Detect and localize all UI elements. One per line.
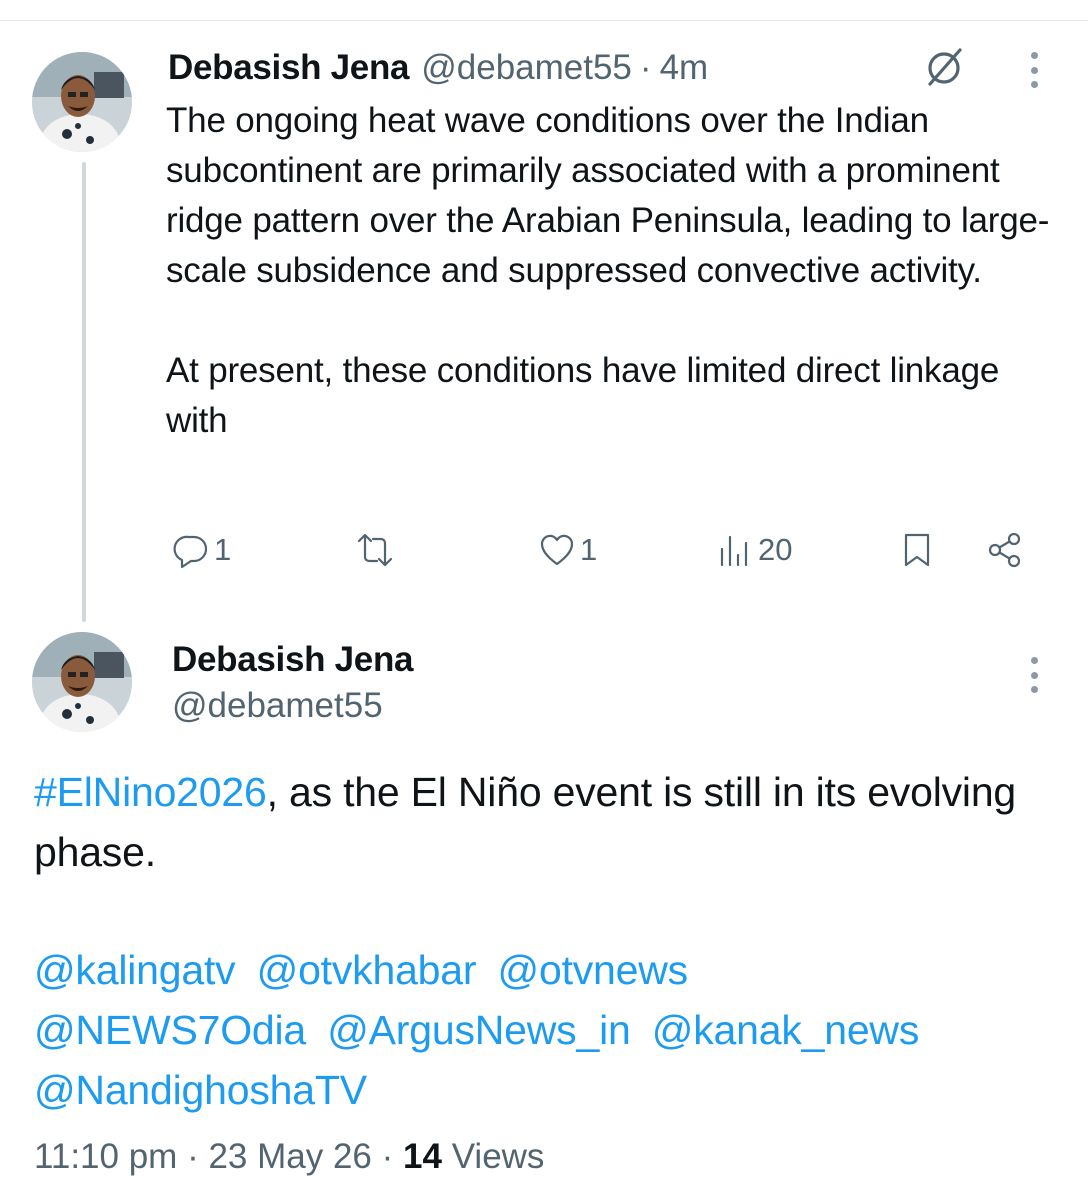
share-button[interactable]: [986, 522, 1024, 578]
views-label: Views: [451, 1137, 545, 1176]
mention-link[interactable]: @ArgusNews_in: [327, 1007, 631, 1053]
reply-icon: [173, 535, 208, 569]
bookmark-button[interactable]: [898, 522, 936, 578]
author-name[interactable]: Debasish Jena: [168, 48, 410, 88]
more-icon[interactable]: [1024, 50, 1044, 90]
tweet1-header: Debasish Jena @debamet55 · 4m: [168, 46, 708, 90]
mention-link[interactable]: @kanak_news: [652, 1007, 920, 1053]
tweet2-meta: 11:10 pm · 23 May 26 · 14 Views: [34, 1132, 544, 1182]
avatar-photo: [32, 52, 132, 152]
grok-icon[interactable]: [922, 44, 968, 90]
more-icon[interactable]: [1024, 655, 1044, 695]
views-button[interactable]: 20: [716, 522, 792, 578]
like-count: 1: [580, 532, 598, 567]
view-count: 20: [758, 532, 793, 567]
mention-list: @kalingatv @otvkhabar @otvnews @NEWS7Odi…: [34, 940, 1064, 1120]
bookmark-icon: [904, 533, 930, 567]
retweet-button[interactable]: [356, 522, 394, 578]
author-handle[interactable]: @debamet55: [172, 686, 383, 726]
timestamp[interactable]: 4m: [660, 48, 709, 88]
top-divider: [0, 20, 1088, 21]
tweet1-text: The ongoing heat wave conditions over th…: [166, 101, 1050, 440]
reply-button[interactable]: 1: [172, 522, 231, 578]
hashtag-link[interactable]: #ElNino2026: [34, 769, 267, 815]
like-icon: [540, 534, 574, 566]
avatar-photo: [32, 632, 132, 732]
views-icon: [720, 535, 748, 567]
avatar[interactable]: [32, 52, 132, 152]
separator: ·: [639, 48, 652, 87]
retweet-icon: [357, 533, 393, 567]
mention-link[interactable]: @kalingatv: [34, 947, 236, 993]
tweet2-text: #ElNino2026, as the El Niño event is sti…: [34, 762, 1054, 882]
mention-link[interactable]: @otvkhabar: [257, 947, 477, 993]
reply-count: 1: [214, 532, 232, 567]
author-handle[interactable]: @debamet55: [421, 48, 632, 88]
mention-link[interactable]: @otvnews: [498, 947, 689, 993]
mention-link[interactable]: @NEWS7Odia: [34, 1007, 306, 1053]
share-icon: [988, 532, 1021, 568]
avatar[interactable]: [32, 632, 132, 732]
author-name[interactable]: Debasish Jena: [172, 640, 414, 680]
post-time[interactable]: 11:10 pm: [34, 1137, 177, 1176]
mention-link[interactable]: @NandighoshaTV: [34, 1067, 367, 1113]
views-count: 14: [403, 1137, 442, 1176]
like-button[interactable]: 1: [538, 522, 597, 578]
separator: ·: [381, 1137, 394, 1176]
separator: ·: [187, 1137, 199, 1176]
post-date[interactable]: 23 May 26: [208, 1137, 371, 1176]
tweet1-actions: 1 1 20: [0, 522, 1088, 578]
